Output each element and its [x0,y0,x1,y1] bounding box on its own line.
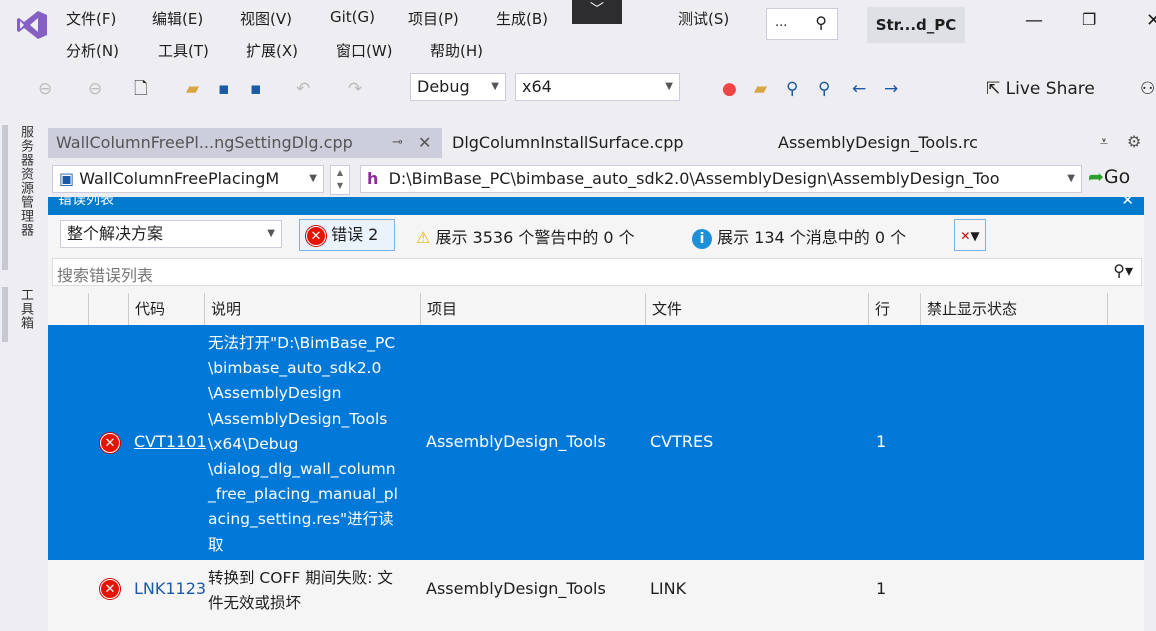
tab-assembly-rc[interactable]: AssemblyDesign_Tools.rc [770,128,978,158]
nav-forward-icon[interactable]: → [884,78,898,100]
menu-item[interactable]: 测试(S) [678,8,729,29]
close-tab-icon[interactable]: ✕ [418,128,431,158]
nav-back-icon[interactable]: ← [852,78,866,100]
search-box[interactable]: ... ⚲ [766,8,838,40]
share-icon: ⇱ [986,79,1001,99]
build-tools-icon[interactable]: ● [722,78,737,100]
configuration-select[interactable]: Debug ▼ [410,73,506,101]
find-symbol-icon[interactable]: ⚲ [818,78,830,100]
search-icon[interactable]: ⚲▾ [1113,261,1133,280]
restore-button[interactable]: ❐ [1082,10,1096,29]
class-combo[interactable]: ▣ WallColumnFreePlacingM ▼ [52,165,324,193]
pin-icon[interactable]: ⊸ [392,128,403,158]
error-description: 转换到 COFF 期间失败: 文 件无效或损坏 [208,569,393,612]
go-button[interactable]: ➦Go [1088,166,1130,188]
error-line: 1 [876,579,887,598]
search-icon: ⚲ [815,13,827,32]
tab-wallcolumn-cpp[interactable]: WallColumnFreePl...ngSettingDlg.cpp ⊸ ✕ [48,128,442,158]
find-icon[interactable]: ⚲ [786,78,798,100]
menu-item[interactable]: 编辑(E) [152,8,203,29]
new-project-icon[interactable]: 🗋 [134,78,148,100]
server-explorer-tab[interactable]: 服务器资源管理器 [16,125,35,237]
table-row[interactable]: ✕ CVT1101 无法打开"D:\BimBase_PC \bimbase_au… [48,325,1144,560]
tab-list-icon[interactable]: ⩡ [1100,134,1108,150]
error-project: AssemblyDesign_Tools [426,432,606,451]
warning-icon: ⚠ [416,228,431,247]
error-code-link[interactable]: CVT1101 [134,432,206,451]
close-button[interactable]: ✕ [1146,10,1156,31]
error-search-box[interactable]: 搜索错误列表 ⚲▾ [52,258,1142,286]
error-icon: ✕ [306,226,326,246]
menu-item[interactable]: 生成(B) [496,8,548,29]
go-arrow-icon: ➦ [1088,166,1104,188]
error-line: 1 [876,432,887,451]
menu-item[interactable]: Git(G) [330,8,375,26]
folder-refresh-icon[interactable]: ▰ [754,78,767,100]
menu-item[interactable]: 文件(F) [66,8,116,29]
live-share-button[interactable]: ⇱ Live Share [986,79,1095,99]
error-project: AssemblyDesign_Tools [426,579,606,598]
info-icon: i [692,229,712,249]
menu-item[interactable]: 视图(V) [240,8,292,29]
menu-item[interactable]: 项目(P) [408,8,459,29]
error-file: LINK [650,579,687,598]
class-icon: ▣ [59,169,75,188]
forward-icon[interactable]: ⊖ [88,78,102,100]
undo-icon[interactable]: ↶ [296,78,310,100]
tab-dlgcolumn-cpp[interactable]: DlgColumnInstallSurface.cpp [444,128,684,158]
open-folder-icon[interactable]: ▰ [186,78,199,100]
error-code-link[interactable]: LNK1123 [134,579,206,598]
error-search-input[interactable]: 搜索错误列表 [57,262,153,286]
errors-filter-button[interactable]: ✕ 错误 2 [299,219,395,251]
scroll-spinner[interactable]: ▲ ▼ [330,165,350,195]
filter-clear-icon: ✕ [960,229,971,243]
col-description[interactable]: 说明 [204,293,420,325]
col-sort[interactable] [88,293,128,325]
error-description: 无法打开"D:\BimBase_PC \bimbase_auto_sdk2.0 … [208,334,398,554]
messages-filter-button[interactable]: i 展示 134 个消息中的 0 个 [692,224,906,249]
col-line[interactable]: 行 [868,293,920,325]
panel-close-icon[interactable]: ✕ [1121,197,1134,209]
platform-select[interactable]: x64 ▼ [515,73,680,101]
col-suppression[interactable]: 禁止显示状态 [920,293,1108,325]
menu-item[interactable]: 分析(N) [66,40,119,61]
menu-item[interactable]: 工具(T) [158,40,209,61]
error-list-titlebar: 错误列表 ✕ [48,197,1144,215]
col-code[interactable]: 代码 [128,293,204,325]
back-icon[interactable]: ⊖ [38,78,52,100]
menu-item[interactable]: 帮助(H) [430,40,483,61]
minimize-button[interactable]: — [1025,10,1043,31]
account-icon[interactable]: ⚇ [1140,78,1155,100]
redo-icon[interactable]: ↷ [348,78,362,100]
header-file-icon: h [367,169,379,188]
file-combo[interactable]: h D:\BimBase_PC\bimbase_auto_sdk2.0\Asse… [360,165,1082,193]
window-title: Str...d_PC [867,7,965,43]
error-icon: ✕ [100,579,120,599]
col-file[interactable]: 文件 [645,293,868,325]
menu-item[interactable]: 扩展(X) [246,40,298,61]
col-project[interactable]: 项目 [420,293,645,325]
gear-icon[interactable]: ⚙ [1127,132,1141,151]
menu-item[interactable]: 窗口(W) [336,40,393,61]
error-file: CVTRES [650,432,714,451]
search-input[interactable]: ... [775,15,787,30]
save-icon[interactable]: ▪ [218,78,230,100]
error-icon: ✕ [100,433,120,453]
clear-filter-button[interactable]: ✕▼ [954,219,986,251]
scope-select[interactable]: 整个解决方案 ▼ [60,220,282,248]
vs-logo-icon [16,10,48,40]
table-row[interactable]: ✕ LNK1123 转换到 COFF 期间失败: 文 件无效或损坏 Assemb… [48,560,1144,620]
collapse-menu-button[interactable]: ﹀ [572,0,622,24]
warnings-filter-button[interactable]: ⚠ 展示 3536 个警告中的 0 个 [416,224,635,248]
toolbox-tab[interactable]: 工具箱 [16,288,35,330]
save-all-icon[interactable]: ▪ [250,78,262,100]
